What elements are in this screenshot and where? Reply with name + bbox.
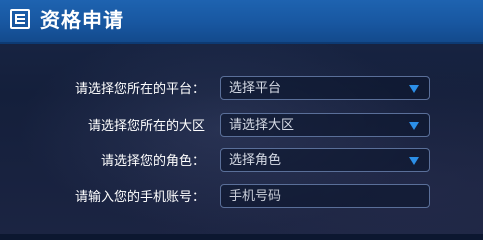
region-label: 请选择您所在的大区 [87,119,205,134]
panel-header: 资格申请 [0,0,483,44]
role-select[interactable]: 选择角色 [220,148,430,172]
form-icon [10,9,30,29]
role-row: 请选择您的角色： 选择角色 [0,148,483,176]
region-select-value: 请选择大区 [229,118,295,133]
phone-row: 请输入您的手机账号： [0,184,483,212]
panel-title: 资格申请 [40,8,124,32]
chevron-down-icon [409,85,419,93]
phone-label: 请输入您的手机账号： [74,190,205,205]
region-select[interactable]: 请选择大区 [220,113,430,137]
chevron-down-icon [409,122,419,130]
platform-select[interactable]: 选择平台 [220,76,430,100]
platform-label: 请选择您所在的平台： [74,82,205,97]
role-select-value: 选择角色 [229,153,282,168]
platform-row: 请选择您所在的平台： 选择平台 [0,76,483,104]
application-panel: 资格申请 请选择您所在的平台： 选择平台 请选择您所在的大区 请选择大区 请选择… [0,0,483,234]
phone-input[interactable] [220,184,430,208]
role-label: 请选择您的角色： [100,154,205,169]
region-row: 请选择您所在的大区 请选择大区 [0,113,483,141]
platform-select-value: 选择平台 [229,81,282,96]
chevron-down-icon [409,157,419,165]
